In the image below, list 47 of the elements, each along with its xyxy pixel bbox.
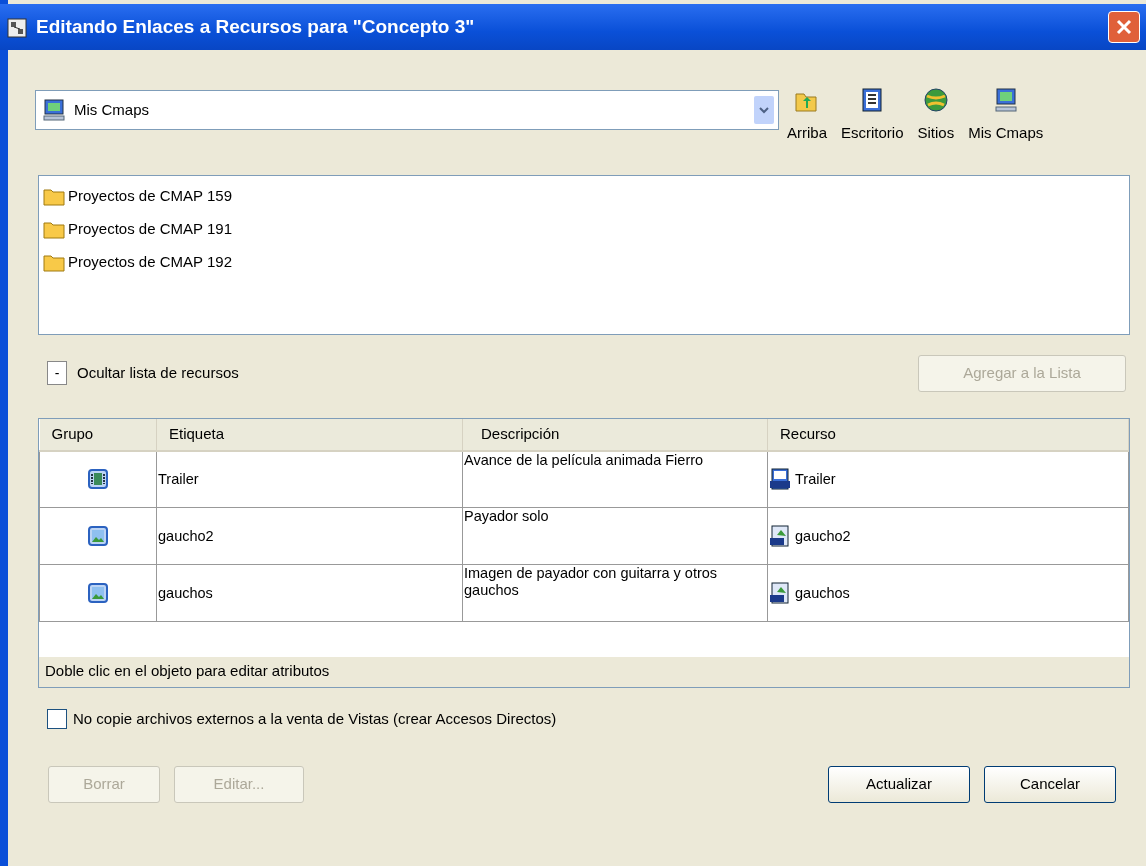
image-file-icon [769, 582, 791, 604]
folder-icon [43, 186, 65, 206]
close-button[interactable] [1108, 11, 1140, 43]
toolbar-button[interactable]: Arriba [787, 86, 827, 145]
resource-row[interactable]: gaucho2 Payador solo gaucho2 [39, 507, 1129, 565]
column-header[interactable]: Recurso [767, 418, 1129, 451]
image-icon [87, 525, 109, 547]
folder-item[interactable]: Proyectos de CMAP 192 [43, 245, 1125, 279]
image-icon [87, 582, 109, 604]
description-cell: Imagen de payador con guitarra y otros gauchos [462, 564, 768, 622]
resource-name: gaucho2 [795, 527, 851, 545]
collapse-toggle[interactable]: - [47, 361, 67, 385]
status-hint: Doble clic en el objeto para editar atributos [39, 656, 1129, 687]
film-icon [87, 468, 109, 491]
checkbox-label: No copie archivos externos a la venta de Vistas (crear Accesos Directos) [73, 708, 557, 729]
description-cell: Payador solo [462, 507, 768, 565]
resource-name: Trailer [795, 470, 836, 488]
checkbox[interactable] [47, 708, 67, 729]
video-file-icon [769, 468, 791, 491]
label-cell: gaucho2 [156, 507, 463, 565]
column-header[interactable]: Grupo [39, 418, 157, 451]
resource-row[interactable]: Trailer Avance de la película animada Fierro Trailer [39, 450, 1129, 508]
dialog-button[interactable]: Actualizar [828, 766, 970, 803]
toolbar-button[interactable]: Mis Cmaps [968, 86, 1044, 145]
toolbar-button[interactable]: Escritorio [841, 86, 904, 145]
column-header[interactable]: Descripción [462, 418, 768, 451]
folder-item[interactable]: Proyectos de CMAP 191 [43, 212, 1125, 246]
toolbar-button[interactable]: Sitios [917, 86, 955, 145]
resource-name: gauchos [795, 584, 850, 602]
image-file-icon [769, 525, 791, 547]
resource-row[interactable]: gauchos Imagen de payador con guitarra y otros gauchos gauchos [39, 564, 1129, 622]
folder-icon [43, 252, 65, 272]
location-dropdown[interactable]: Mis Cmaps [35, 90, 779, 130]
label-cell: Trailer [156, 450, 463, 508]
folder-icon [43, 219, 65, 239]
globe-icon [921, 86, 950, 114]
dialog-button[interactable]: Cancelar [984, 766, 1116, 803]
window-title: Editando Enlaces a Recursos para "Concepto 3" [36, 14, 475, 39]
computer-icon [42, 98, 66, 122]
toggle-label: Ocultar lista de recursos [77, 362, 239, 383]
description-cell: Avance de la película animada Fierro [462, 450, 768, 508]
column-header[interactable]: Etiqueta [156, 418, 463, 451]
label-cell: gauchos [156, 564, 463, 622]
close-icon [1115, 18, 1133, 36]
caret-icon [758, 105, 770, 115]
folder-item[interactable]: Proyectos de CMAP 159 [43, 179, 1125, 213]
app-icon [6, 16, 28, 39]
